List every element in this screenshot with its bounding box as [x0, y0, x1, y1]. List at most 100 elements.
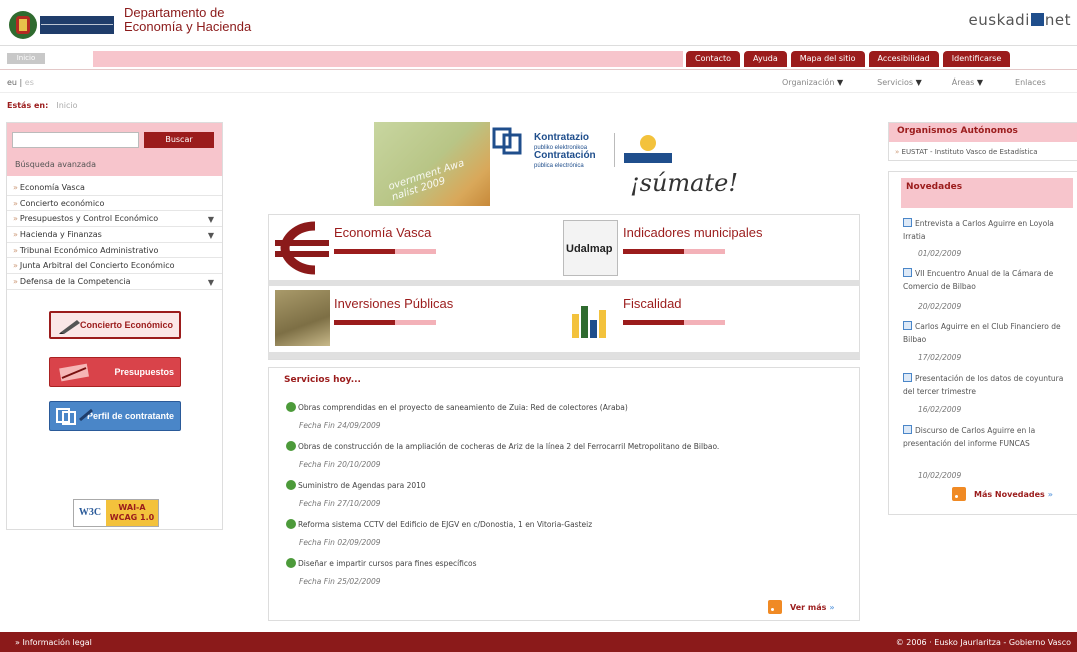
novedad-item[interactable]: VII Encuentro Anual de la Cámara de Come…	[903, 268, 1068, 293]
udalmap-text: Udalmap	[566, 243, 613, 255]
kontratazio-text: Kontratazio	[534, 132, 589, 143]
menu-item-concierto[interactable]: » Concierto económico	[7, 196, 222, 212]
document-icon	[903, 218, 912, 227]
service-icon	[286, 480, 296, 490]
eustat-label: EUSTAT - Instituto Vasco de Estadística	[901, 148, 1038, 156]
subnav-enlaces[interactable]: Enlaces	[1015, 78, 1046, 87]
advanced-search-link[interactable]: Búsqueda avanzada	[15, 160, 96, 169]
banner-award-text: overnment Awa nalist 2009	[387, 157, 466, 204]
menu-item-tribunal[interactable]: » Tribunal Económico Administrativo	[7, 243, 222, 259]
caret-down-icon[interactable]: ▼	[208, 228, 214, 243]
chevron-right-icon: »	[13, 214, 18, 224]
tab-identificarse[interactable]: Identificarse	[942, 51, 1011, 67]
contratacion-text: Contratación	[534, 150, 596, 161]
lang-eu[interactable]: eu	[7, 78, 17, 87]
servicio-item[interactable]: Obras comprendidas en el proyecto de san…	[286, 402, 628, 412]
inversiones-bar	[334, 320, 436, 325]
grid-bottom-bar	[268, 352, 860, 359]
language-switch: eu | es	[7, 78, 34, 87]
servicio-item[interactable]: Reforma sistema CCTV del Edificio de EJG…	[286, 519, 592, 529]
tab-mapa-sitio[interactable]: Mapa del sitio	[790, 51, 865, 67]
perfil-contratante-button[interactable]: Perfil de contratante	[49, 401, 181, 431]
lang-es[interactable]: es	[25, 78, 34, 87]
banner-image: overnment Awa nalist 2009	[374, 122, 490, 206]
bar-chart-icon[interactable]	[570, 300, 610, 340]
left-menu: » Economía Vasca » Concierto económico » Pr…	[7, 180, 222, 290]
fiscalidad-link[interactable]: Fiscalidad	[623, 296, 682, 311]
servicios-title: Servicios hoy...	[284, 375, 361, 385]
dept-line2: Economía y Hacienda	[124, 19, 252, 34]
gobierno-vasco-logo[interactable]	[8, 8, 116, 42]
service-icon	[286, 441, 296, 451]
presupuestos-button[interactable]: Presupuestos	[49, 357, 181, 387]
caret-down-icon[interactable]: ▼	[208, 212, 214, 227]
button-label: Perfil de contratante	[86, 410, 174, 421]
breadcrumb-current[interactable]: Inicio	[56, 101, 77, 110]
menu-item-label: Junta Arbitral del Concierto Económico	[19, 261, 175, 271]
novedad-date: 01/02/2009	[918, 249, 962, 258]
novedad-text: Presentación de los datos de coyuntura d…	[903, 374, 1064, 396]
servicio-item[interactable]: Suministro de Agendas para 2010	[286, 480, 426, 490]
udalmap-logo[interactable]: Udalmap	[563, 220, 618, 276]
servicio-date: Fecha Fin 02/09/2009	[299, 538, 381, 547]
concierto-economico-button[interactable]: Concierto Económico	[49, 311, 181, 339]
document-icon	[903, 321, 912, 330]
novedad-date: 20/02/2009	[918, 302, 962, 311]
mas-novedades-link[interactable]: Más Novedades»	[952, 487, 1053, 501]
novedad-text: Entrevista a Carlos Aguirre en Loyola Ir…	[903, 219, 1054, 241]
servicio-item[interactable]: Diseñar e impartir cursos para fines esp…	[286, 558, 477, 568]
double-chevron-icon: »	[829, 603, 835, 612]
menu-item-economia-vasca[interactable]: » Economía Vasca	[7, 180, 222, 196]
rss-icon	[952, 487, 966, 501]
menu-item-junta-arbitral[interactable]: » Junta Arbitral del Concierto Económico	[7, 258, 222, 275]
footer: » Información legal © 2006 · Eusko Jaurl…	[0, 632, 1077, 652]
economia-vasca-link[interactable]: Economía Vasca	[334, 225, 431, 240]
contratacion-banner[interactable]: overnment Awa nalist 2009 Kontratazio pub…	[374, 122, 755, 206]
indicadores-municipales-link[interactable]: Indicadores municipales	[623, 225, 762, 240]
informacion-legal-link[interactable]: » Información legal	[15, 638, 92, 647]
novedad-item[interactable]: Entrevista a Carlos Aguirre en Loyola Ir…	[903, 218, 1068, 243]
chevron-right-icon: »	[13, 245, 18, 255]
ver-mas-label: Ver más	[790, 603, 827, 612]
wai-a-badge[interactable]: W3C WAI-A WCAG 1.0	[73, 499, 159, 527]
chevron-right-icon: »	[13, 261, 18, 271]
menu-item-presupuestos[interactable]: » Presupuestos y Control Económico ▼	[7, 211, 222, 228]
euro-logo-icon[interactable]	[275, 220, 330, 276]
caret-down-icon: ▼	[976, 78, 984, 87]
tab-ayuda[interactable]: Ayuda	[744, 51, 787, 67]
caret-down-icon: ▼	[915, 78, 922, 87]
eustat-link[interactable]: » EUSTAT - Instituto Vasco de Estadístic…	[895, 148, 1038, 156]
calculator-icon	[59, 363, 90, 382]
novedad-item[interactable]: Carlos Aguirre en el Club Financiero de …	[903, 321, 1068, 346]
inversiones-photo[interactable]	[275, 290, 330, 346]
menu-item-hacienda[interactable]: » Hacienda y Finanzas ▼	[7, 227, 222, 243]
subnav-organizacion[interactable]: Organización ▼	[782, 78, 843, 87]
subnav-label: Servicios	[877, 78, 914, 87]
sumate-slogan: ¡súmate!	[630, 169, 738, 197]
novedad-item[interactable]: Discurso de Carlos Aguirre en la present…	[903, 425, 1068, 450]
ver-mas-link[interactable]: Ver más»	[768, 600, 835, 614]
wcag-version: WCAG 1.0	[109, 513, 155, 522]
nav-pink-bar	[93, 51, 683, 67]
euskadi-net-logo[interactable]: euskadi net	[969, 11, 1071, 29]
inversiones-publicas-link[interactable]: Inversiones Públicas	[334, 296, 453, 311]
search-input[interactable]	[12, 132, 139, 148]
net-text: net	[1044, 11, 1071, 29]
tab-contacto[interactable]: Contacto	[686, 51, 741, 67]
organismos-panel: Organismos Autónomos » EUSTAT - Institut…	[888, 122, 1077, 161]
novedad-item[interactable]: Presentación de los datos de coyuntura d…	[903, 373, 1068, 398]
tab-accesibilidad[interactable]: Accesibilidad	[868, 51, 939, 67]
menu-item-competencia[interactable]: » Defensa de la Competencia ▼	[7, 274, 222, 290]
subnav-servicios[interactable]: Servicios ▼	[877, 78, 922, 87]
informacion-legal-label: Información legal	[22, 638, 92, 647]
mas-novedades-label: Más Novedades	[974, 490, 1045, 499]
servicio-item[interactable]: Obras de construcción de la ampliación d…	[286, 441, 719, 451]
department-title[interactable]: Departamento de Economía y Hacienda	[124, 6, 284, 34]
header-divider	[0, 45, 1077, 46]
inicio-button[interactable]: Inicio	[7, 53, 45, 64]
caret-down-icon[interactable]: ▼	[208, 275, 214, 290]
indicadores-bar	[623, 249, 725, 254]
search-button[interactable]: Buscar	[144, 132, 214, 148]
menu-item-label: Concierto económico	[19, 198, 105, 208]
subnav-areas[interactable]: Áreas ▼	[952, 78, 983, 87]
